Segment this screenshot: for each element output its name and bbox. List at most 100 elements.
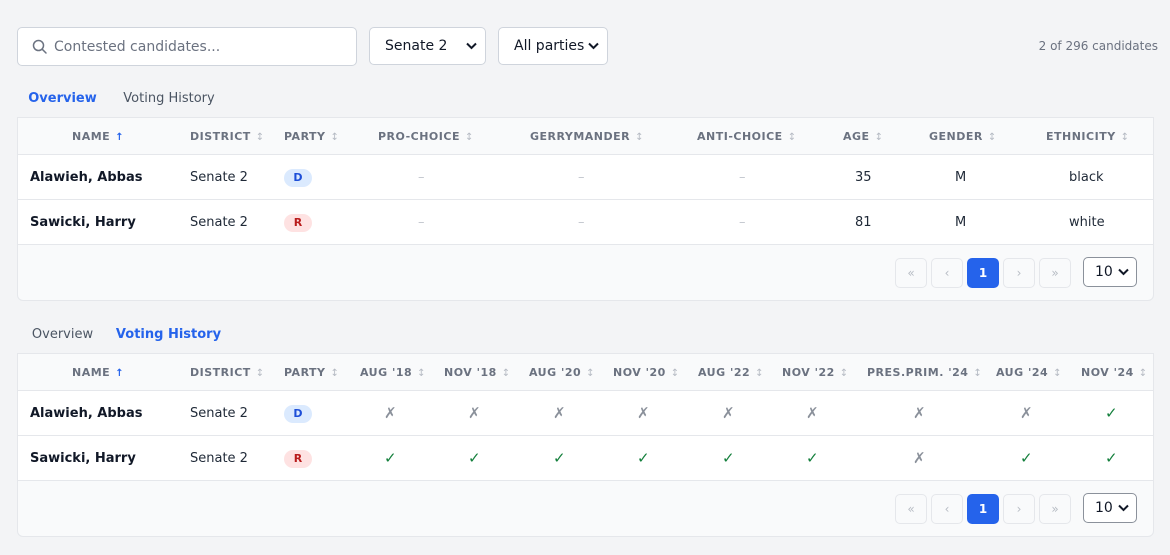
column-header-gender[interactable]: GENDER ↕ [929,118,997,155]
column-header-pres-prim-24[interactable]: PRES.PRIM. '24 ↕ [867,354,982,391]
header-label: PARTY [284,130,326,143]
column-header-party[interactable]: PARTY ↕ [284,118,339,155]
vote-nov-20: ✗ [637,404,650,422]
sort-icon: ↕ [1120,132,1130,143]
vote-pres-prim-24: ✗ [913,449,926,467]
column-header-aug-22[interactable]: AUG '22 ↕ [698,354,764,391]
sort-icon: ↕ [874,132,884,143]
column-header-ethnicity[interactable]: ETHNICITY ↕ [1046,118,1130,155]
prev-page-button[interactable]: ‹ [931,258,963,288]
search-box[interactable] [17,27,357,66]
chevron-down-icon [1118,504,1129,512]
header-label: AUG '18 [360,366,413,379]
page-size-select[interactable]: 10 [1083,257,1137,287]
vote-nov-22: ✗ [806,404,819,422]
next-page-button[interactable]: › [1003,258,1035,288]
vote-aug-24: ✗ [1020,404,1033,422]
sort-icon: ↕ [330,368,340,379]
sort-asc-icon: ↑ [115,132,125,143]
vote-aug-20: ✗ [553,404,566,422]
column-header-aug-18[interactable]: AUG '18 ↕ [360,354,426,391]
column-header-nov-22[interactable]: NOV '22 ↕ [782,354,849,391]
party-badge: D [284,404,312,423]
header-label: ETHNICITY [1046,130,1116,143]
header-label: ANTI-CHOICE [697,130,783,143]
column-header-party[interactable]: PARTY ↕ [284,354,339,391]
vote-nov-20: ✓ [637,449,650,467]
sort-asc-icon: ↑ [115,368,125,379]
vote-nov-24: ✓ [1105,449,1118,467]
cell-anti-choice: – [739,170,746,185]
header-label: PRES.PRIM. '24 [867,366,969,379]
next-page-button[interactable]: › [1003,494,1035,524]
page-1-button[interactable]: 1 [967,258,999,288]
table-row[interactable]: Alawieh, Abbas Senate 2 D ✗ ✗ ✗ ✗ ✗ ✗ ✗ … [18,391,1153,436]
cell-name[interactable]: Alawieh, Abbas [30,391,142,436]
column-header-gerrymander[interactable]: GERRYMANDER ↕ [530,118,644,155]
cell-ethnicity: black [1069,170,1104,185]
first-page-button[interactable]: « [895,258,927,288]
column-header-nov-18[interactable]: NOV '18 ↕ [444,354,511,391]
column-header-aug-20[interactable]: AUG '20 ↕ [529,354,595,391]
column-header-nov-24[interactable]: NOV '24 ↕ [1081,354,1148,391]
header-label: AUG '20 [529,366,582,379]
header-label: NAME [72,130,111,143]
tab-overview[interactable]: Overview [17,320,108,356]
sort-icon: ↕ [755,368,765,379]
column-header-name[interactable]: NAME ↑ [72,118,124,155]
table-header: NAME ↑ DISTRICT ↕ PARTY ↕ PRO-CHOICE ↕ GERRY… [18,118,1153,155]
table-row[interactable]: Sawicki, Harry Senate 2 R ✓ ✓ ✓ ✓ ✓ ✓ ✗ … [18,436,1153,481]
cell-pro-choice: – [418,170,425,185]
tab-voting-history[interactable]: Voting History [113,84,225,120]
header-label: PRO-CHOICE [378,130,460,143]
sort-icon: ↕ [586,368,596,379]
cell-name[interactable]: Sawicki, Harry [30,200,136,245]
cell-name[interactable]: Alawieh, Abbas [30,155,142,200]
column-header-aug-24[interactable]: AUG '24 ↕ [996,354,1062,391]
sort-icon: ↕ [255,368,265,379]
pagination: « ‹ 1 › » 10 [895,493,1137,524]
cell-gender: M [955,215,967,230]
prev-page-button[interactable]: ‹ [931,494,963,524]
column-header-district[interactable]: DISTRICT ↕ [190,354,265,391]
cell-age: 81 [855,215,872,230]
page-size-value: 10 [1095,264,1113,280]
cell-gerrymander: – [578,215,585,230]
first-page-button[interactable]: « [895,494,927,524]
table-row[interactable]: Alawieh, Abbas Senate 2 D – – – 35 M bla… [18,155,1153,200]
vote-aug-22: ✓ [722,449,735,467]
cell-ethnicity: white [1069,215,1105,230]
district-select[interactable]: Senate 2 [369,27,486,65]
column-header-nov-20[interactable]: NOV '20 ↕ [613,354,680,391]
tab-overview[interactable]: Overview [17,84,108,120]
tab-voting-history[interactable]: Voting History [108,320,229,356]
page-1-button[interactable]: 1 [967,494,999,524]
cell-name[interactable]: Sawicki, Harry [30,436,136,481]
cell-party: R [284,436,312,481]
cell-age: 35 [855,170,872,185]
column-header-name[interactable]: NAME ↑ [72,354,124,391]
last-page-button[interactable]: » [1039,258,1071,288]
column-header-age[interactable]: AGE ↕ [843,118,883,155]
column-header-pro-choice[interactable]: PRO-CHOICE ↕ [378,118,474,155]
overview-table: NAME ↑ DISTRICT ↕ PARTY ↕ PRO-CHOICE ↕ GERRY… [17,117,1154,301]
header-label: GENDER [929,130,983,143]
chevron-down-icon [588,42,599,50]
page-size-select[interactable]: 10 [1083,493,1137,523]
cell-party: D [284,155,312,200]
sort-icon: ↕ [417,368,427,379]
vote-aug-20: ✓ [553,449,566,467]
header-label: GERRYMANDER [530,130,631,143]
column-header-district[interactable]: DISTRICT ↕ [190,118,265,155]
cell-district: Senate 2 [190,406,248,421]
cell-party: D [284,391,312,436]
header-label: DISTRICT [190,130,251,143]
table-row[interactable]: Sawicki, Harry Senate 2 R – – – 81 M whi… [18,200,1153,245]
vote-aug-22: ✗ [722,404,735,422]
search-input[interactable] [54,28,349,65]
last-page-button[interactable]: » [1039,494,1071,524]
column-header-anti-choice[interactable]: ANTI-CHOICE ↕ [697,118,797,155]
party-select[interactable]: All parties [498,27,608,65]
chevron-down-icon [1118,268,1129,276]
vote-aug-24: ✓ [1020,449,1033,467]
